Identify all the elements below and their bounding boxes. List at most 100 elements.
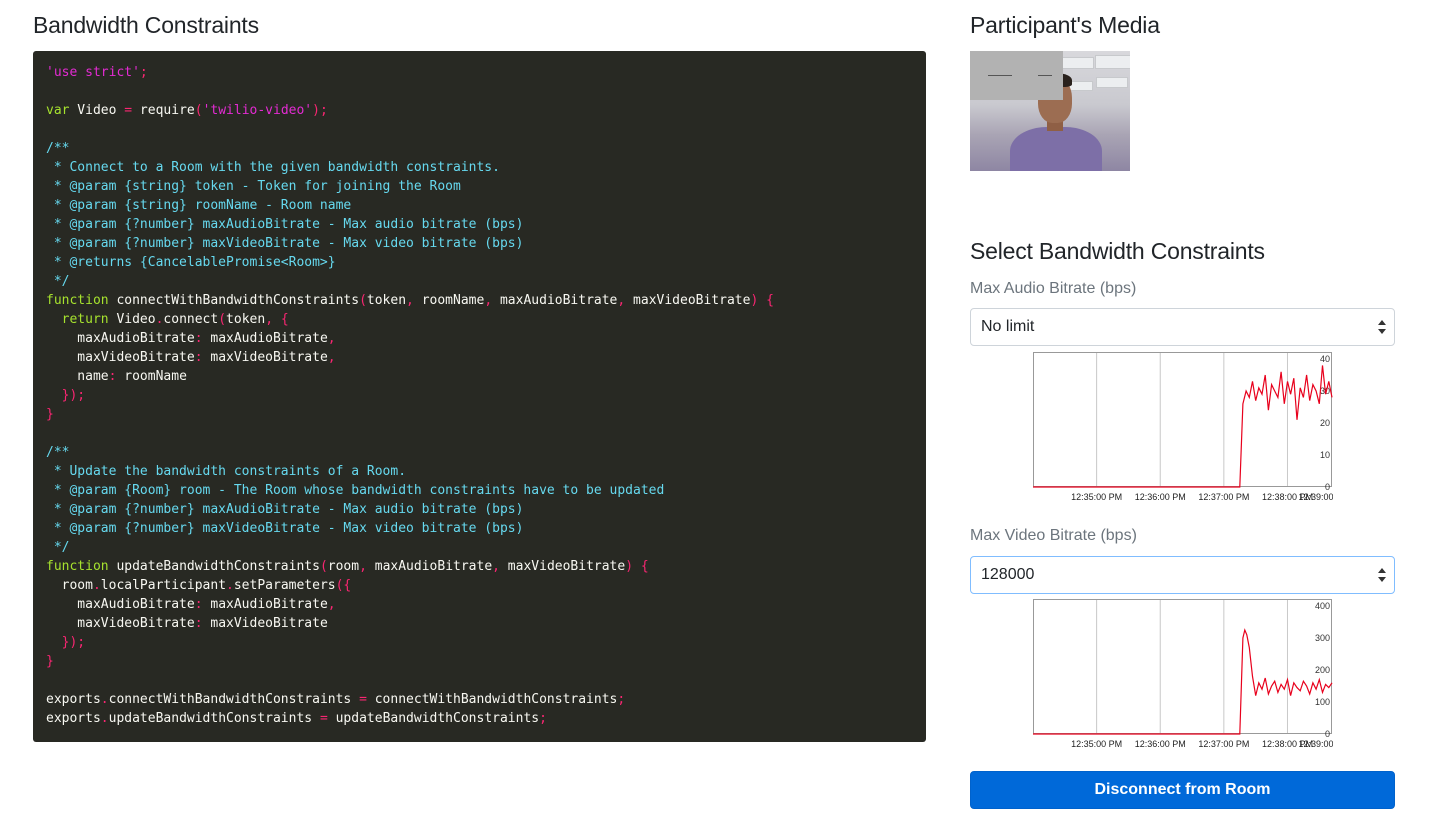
code-line: maxAudioBitrate: maxAudioBitrate, (46, 595, 926, 614)
code-token: . (100, 692, 109, 707)
code-line: function connectWithBandwidthConstraints… (46, 291, 926, 310)
code-token: , (327, 331, 336, 346)
x-tick-label: 12:36:00 PM (1135, 492, 1186, 502)
code-token: Video (69, 103, 125, 118)
code-line: * @param {?number} maxAudioBitrate - Max… (46, 215, 926, 234)
video-bitrate-select[interactable]: 128000 (970, 556, 1395, 594)
code-line: }); (46, 386, 926, 405)
x-tick-label: 12:36:00 PM (1135, 739, 1186, 749)
code-token: } (46, 654, 54, 669)
code-token: maxVideoBitrate (202, 350, 328, 365)
select-arrows-icon (1378, 568, 1386, 582)
code-token: ({ (335, 578, 352, 593)
plot-frame (1033, 352, 1332, 487)
code-token: function (46, 559, 109, 574)
code-token: = (319, 711, 328, 726)
code-token: }); (46, 635, 86, 650)
code-token: /** (46, 141, 70, 156)
code-line: * @param {?number} maxVideoBitrate - Max… (46, 519, 926, 538)
code-token: */ (46, 274, 70, 289)
y-tick-label: 0 (1325, 729, 1330, 739)
code-line: maxVideoBitrate: maxVideoBitrate (46, 614, 926, 633)
code-line: exports.connectWithBandwidthConstraints … (46, 690, 926, 709)
code-token: * @param {string} token - Token for join… (46, 179, 461, 194)
code-line: } (46, 405, 926, 424)
code-token: require (132, 103, 195, 118)
code-token: room (46, 578, 93, 593)
code-line: name: roomName (46, 367, 926, 386)
code-token: , (327, 597, 336, 612)
code-token: = (359, 692, 367, 707)
code-token: ( (319, 559, 328, 574)
code-token: maxAudioBitrate (202, 597, 328, 612)
page-title: Bandwidth Constraints (33, 12, 259, 38)
code-line: exports.updateBandwidthConstraints = upd… (46, 709, 926, 728)
code-token: 'use strict' (46, 65, 140, 80)
code-line: * Connect to a Room with the given bandw… (46, 158, 926, 177)
code-token: = (124, 103, 133, 118)
code-token: maxVideoBitrate (625, 293, 751, 308)
code-token: * @param {?number} maxVideoBitrate - Max… (46, 521, 524, 536)
y-tick-label: 200 (1315, 665, 1330, 675)
code-line: function updateBandwidthConstraints(room… (46, 557, 926, 576)
code-token: roomName (413, 293, 485, 308)
code-token: , (406, 293, 414, 308)
code-token: , (327, 350, 336, 365)
code-token: var (46, 103, 70, 118)
code-line: * @param {?number} maxVideoBitrate - Max… (46, 234, 926, 253)
code-line: */ (46, 538, 926, 557)
x-tick-label: 12:35:00 PM (1071, 739, 1122, 749)
code-token: ; (539, 711, 547, 726)
code-token: maxAudioBitrate (46, 597, 195, 612)
code-token: ( (218, 312, 227, 327)
code-panel: 'use strict'; var Video = require('twilio… (33, 51, 926, 742)
select-bandwidth-heading: Select Bandwidth Constraints (970, 238, 1265, 264)
code-token: ; (617, 692, 626, 707)
code-token: /** (46, 445, 70, 460)
code-token: ) { (625, 559, 649, 574)
code-line: }); (46, 633, 926, 652)
select-arrows-icon (1378, 320, 1386, 334)
x-tick-label: 12:39:00 (1298, 492, 1333, 502)
code-token: maxAudioBitrate (202, 331, 328, 346)
audio-bitrate-label: Max Audio Bitrate (bps) (970, 280, 1137, 297)
code-token: exports (46, 692, 101, 707)
code-token: token (366, 293, 407, 308)
code-line: 'use strict'; (46, 63, 926, 82)
y-tick-label: 400 (1315, 601, 1330, 611)
y-tick-label: 10 (1320, 450, 1330, 460)
code-token: maxAudioBitrate (366, 559, 493, 574)
audio-bitrate-chart: 01020304012:35:00 PM 12:36:00 PM 12:37:00 … (1033, 352, 1333, 502)
code-line: room.localParticipant.setParameters({ (46, 576, 926, 595)
code-token: token (226, 312, 266, 327)
code-token: function (46, 293, 109, 308)
code-token: localParticipant (100, 578, 227, 593)
code-token: updateBandwidthConstraints (327, 711, 540, 726)
code-token: , (484, 293, 493, 308)
code-line: * @param {Room} room - The Room whose ba… (46, 481, 926, 500)
code-token: . (100, 711, 109, 726)
preview-overlay (970, 51, 1063, 100)
code-token: ( (359, 293, 367, 308)
video-bitrate-chart: 0 100 200 300 400 12:35:00 PM 12:36:00 PM 12:37… (1033, 599, 1333, 749)
code-token: maxVideoBitrate (46, 350, 195, 365)
x-tick-label: 12:39:00 (1298, 739, 1333, 749)
code-token: * @param {?number} maxAudioBitrate - Max… (46, 217, 524, 232)
code-token: connect (163, 312, 219, 327)
x-tick-label: 12:37:00 PM (1198, 492, 1249, 502)
y-tick-label: 40 (1320, 354, 1330, 364)
code-token: } (46, 407, 54, 422)
code-line: maxAudioBitrate: maxAudioBitrate, (46, 329, 926, 348)
audio-bitrate-select[interactable]: No limit (970, 308, 1395, 346)
code-token: maxVideoBitrate (46, 616, 195, 631)
disconnect-button[interactable]: Disconnect from Room (970, 771, 1395, 809)
audio-bitrate-value: No limit (981, 318, 1035, 335)
x-tick-label: 12:37:00 PM (1198, 739, 1249, 749)
code-token: : (194, 350, 203, 365)
code-token: : (194, 331, 203, 346)
code-token: * @param {?number} maxAudioBitrate - Max… (46, 502, 524, 517)
code-token: : (194, 616, 203, 631)
